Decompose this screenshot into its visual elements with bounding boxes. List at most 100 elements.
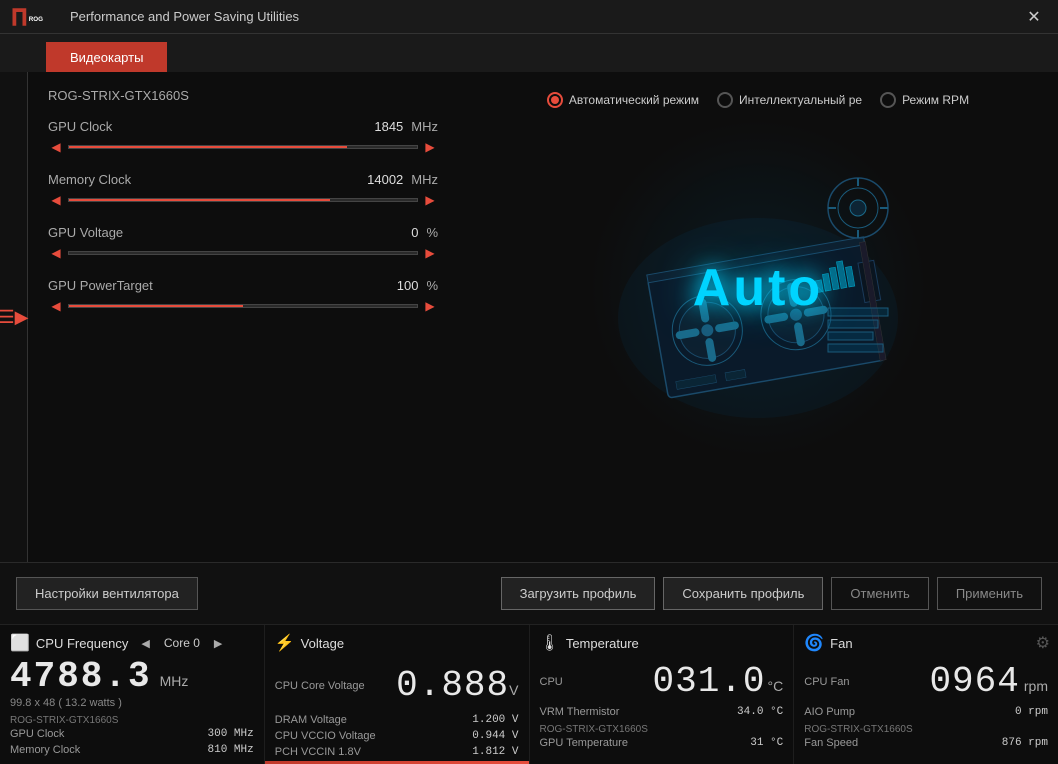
temperature-big-unit: °C xyxy=(768,678,784,694)
fan-panel: Автоматический режим Интеллектуальный ре… xyxy=(458,72,1058,562)
gpu-powertarget-control: GPU PowerTarget 100 % ◀ ▶ xyxy=(48,278,438,313)
gpu-powertarget-value: 100 xyxy=(397,278,419,293)
cpu-core-prev[interactable]: ◀ xyxy=(138,637,152,650)
temperature-row-2-label: GPU Temperature xyxy=(540,737,628,749)
cancel-button[interactable]: Отменить xyxy=(831,577,928,610)
gpu-clock-left-arrow[interactable]: ◀ xyxy=(48,140,64,154)
gpu-voltage-track[interactable] xyxy=(68,251,418,255)
memory-clock-track[interactable] xyxy=(68,198,418,202)
sidebar-toggle[interactable]: ☰▶ xyxy=(0,72,28,562)
voltage-header: ⚡ Voltage xyxy=(275,633,519,653)
cpu-row-0: GPU Clock 300 MHz xyxy=(10,726,254,742)
fan-row-2-label: Fan Speed xyxy=(804,737,858,749)
fan-row-0-label: AIO Pump xyxy=(804,706,855,718)
close-button[interactable]: ✕ xyxy=(1020,3,1048,31)
tab-bar: Видеокарты xyxy=(0,34,1058,72)
gpu-voltage-unit: % xyxy=(426,225,438,240)
fan-mode-rpm-label: Режим RPM xyxy=(902,93,969,107)
temperature-icon: 🌡 xyxy=(540,633,560,653)
fan-mode-intelligent-radio xyxy=(717,92,733,108)
app-title: Performance and Power Saving Utilities xyxy=(70,9,299,24)
settings-gear-icon[interactable]: ⚙ xyxy=(1036,633,1050,653)
voltage-row-2: PCH VCCIN 1.8V 1.812 V xyxy=(275,744,519,760)
load-profile-button[interactable]: Загрузить профиль xyxy=(501,577,656,610)
apply-button[interactable]: Применить xyxy=(937,577,1042,610)
temperature-header: 🌡 Temperature xyxy=(540,633,784,653)
voltage-row-2-value: 1.812 V xyxy=(472,746,518,758)
voltage-main-label: CPU Core Voltage xyxy=(275,680,365,692)
fan-row-0-value: 0 rpm xyxy=(1015,706,1048,718)
cpu-row-0-label: GPU Clock xyxy=(10,728,64,740)
voltage-big-value: 0.888 xyxy=(396,665,509,706)
gpu-powertarget-fill xyxy=(69,305,243,307)
gpu-clock-right-arrow[interactable]: ▶ xyxy=(422,140,438,154)
voltage-row-1: CPU VCCIO Voltage 0.944 V xyxy=(275,728,519,744)
fan-big-value: 0964 xyxy=(929,661,1019,702)
gpu-powertarget-track[interactable] xyxy=(68,304,418,308)
cpu-core-label: Core 0 xyxy=(157,636,207,650)
sidebar-arrow-icon: ☰▶ xyxy=(0,307,29,328)
fan-mode-auto[interactable]: Автоматический режим xyxy=(547,92,699,108)
gpu-voltage-left-arrow[interactable]: ◀ xyxy=(48,246,64,260)
save-profile-button[interactable]: Сохранить профиль xyxy=(663,577,823,610)
memory-clock-right-arrow[interactable]: ▶ xyxy=(422,193,438,207)
fan-mode-intelligent-label: Интеллектуальный ре xyxy=(739,93,862,107)
temperature-big-value-row: 031.0 °C xyxy=(653,661,784,702)
voltage-big-value-row: 0.888 V xyxy=(396,665,518,706)
voltage-icon: ⚡ xyxy=(275,633,295,653)
fan-mode-auto-radio xyxy=(547,92,563,108)
cpu-row-1-label: Memory Clock xyxy=(10,744,80,756)
gpu-clock-value: 1845 xyxy=(374,119,403,134)
controls-panel: ROG-STRIX-GTX1660S GPU Clock 1845 MHz ◀ … xyxy=(28,72,458,562)
cpu-frequency-header: ⬜ CPU Frequency ◀ Core 0 ▶ xyxy=(10,633,254,653)
gpu-clock-fill xyxy=(69,146,347,148)
gpu-powertarget-label-row: GPU PowerTarget 100 % xyxy=(48,278,438,293)
gpu-clock-track[interactable] xyxy=(68,145,418,149)
fan-mode-intelligent[interactable]: Интеллектуальный ре xyxy=(717,92,862,108)
gpu-name: ROG-STRIX-GTX1660S xyxy=(48,88,438,103)
cpu-frequency-section: ⬜ CPU Frequency ◀ Core 0 ▶ 4788.3 MHz 99… xyxy=(0,625,265,764)
voltage-row-0-value: 1.200 V xyxy=(472,714,518,726)
gpu-clock-slider: ◀ ▶ xyxy=(48,140,438,154)
fan-big-unit: rpm xyxy=(1024,678,1048,694)
temperature-big-value: 031.0 xyxy=(653,661,766,702)
fan-settings-button[interactable]: Настройки вентилятора xyxy=(16,577,198,610)
fan-header: 🌀 Fan xyxy=(804,633,1048,653)
fan-row-2-value: 876 rpm xyxy=(1002,737,1048,749)
gpu-voltage-value: 0 xyxy=(411,225,418,240)
memory-clock-label: Memory Clock xyxy=(48,172,131,187)
fan-row-0: AIO Pump 0 rpm xyxy=(804,704,1048,720)
voltage-row-0-label: DRAM Voltage xyxy=(275,714,347,726)
gpu-voltage-slider: ◀ ▶ xyxy=(48,246,438,260)
memory-clock-left-arrow[interactable]: ◀ xyxy=(48,193,64,207)
temperature-row-0-value: 34.0 °C xyxy=(737,706,783,718)
gpu-voltage-label-row: GPU Voltage 0 % xyxy=(48,225,438,240)
voltage-main-row: CPU Core Voltage 0.888 V xyxy=(275,659,519,712)
gpu-voltage-control: GPU Voltage 0 % ◀ ▶ xyxy=(48,225,438,260)
fan-mode-rpm[interactable]: Режим RPM xyxy=(880,92,969,108)
gpu-clock-control: GPU Clock 1845 MHz ◀ ▶ xyxy=(48,119,438,154)
gpu-powertarget-left-arrow[interactable]: ◀ xyxy=(48,299,64,313)
gpu-voltage-right-arrow[interactable]: ▶ xyxy=(422,246,438,260)
voltage-section: ⚡ Voltage CPU Core Voltage 0.888 V DRAM … xyxy=(265,625,530,764)
cpu-core-next[interactable]: ▶ xyxy=(211,637,225,650)
fan-row-2: Fan Speed 876 rpm xyxy=(804,735,1048,751)
main-content: ☰▶ ROG-STRIX-GTX1660S GPU Clock 1845 MHz… xyxy=(0,72,1058,562)
cpu-sub-info: 99.8 x 48 ( 13.2 watts ) xyxy=(10,697,254,709)
tab-videocards[interactable]: Видеокарты xyxy=(46,42,167,72)
gpu-powertarget-unit: % xyxy=(426,278,438,293)
temperature-row-2: GPU Temperature 31 °C xyxy=(540,735,784,751)
temperature-title: Temperature xyxy=(566,636,639,651)
memory-clock-unit: MHz xyxy=(411,172,438,187)
voltage-row-1-label: CPU VCCIO Voltage xyxy=(275,730,376,742)
svg-text:ROG: ROG xyxy=(29,15,43,22)
voltage-title: Voltage xyxy=(301,636,344,651)
cpu-row-0-value: 300 MHz xyxy=(208,728,254,740)
voltage-row-2-label: PCH VCCIN 1.8V xyxy=(275,746,361,758)
gpu-powertarget-right-arrow[interactable]: ▶ xyxy=(422,299,438,313)
temperature-main-row: CPU 031.0 °C xyxy=(540,659,784,704)
cpu-device-info: ROG-STRIX-GTX1660S GPU Clock 300 MHz Mem… xyxy=(10,715,254,758)
fan-icon: 🌀 xyxy=(804,633,824,653)
fan-mode-row: Автоматический режим Интеллектуальный ре… xyxy=(478,92,1038,108)
gpu-clock-label: GPU Clock xyxy=(48,119,112,134)
